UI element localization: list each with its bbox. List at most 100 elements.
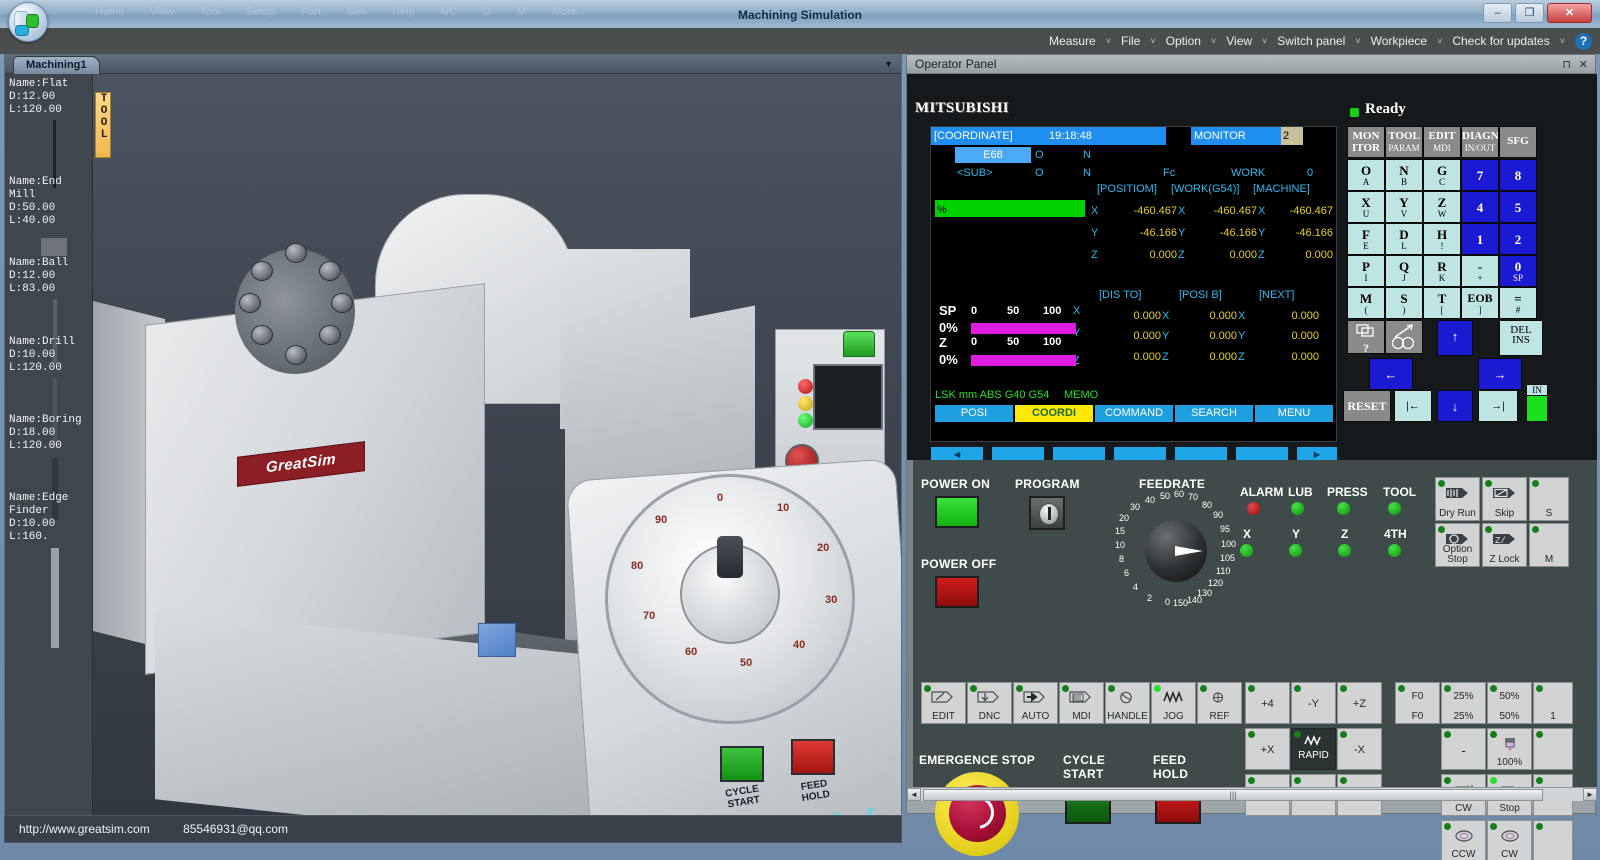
button-mode-edit[interactable]: EDIT — [921, 682, 966, 724]
menu-item-switch-panel[interactable]: Switch panel — [1271, 31, 1351, 51]
del-ins-key[interactable]: DEL INS — [1499, 320, 1543, 356]
button-m-lock[interactable]: M — [1529, 523, 1569, 567]
end-key[interactable]: →| — [1478, 390, 1518, 422]
button-mode-jog[interactable]: JOG — [1151, 682, 1196, 724]
scroll-left-arrow[interactable]: ◄ — [907, 788, 921, 801]
tool-column-tab[interactable]: TOOL — [95, 92, 111, 158]
jog-button-minusX[interactable]: -X — [1337, 728, 1382, 770]
key-sfg[interactable]: SFG — [1499, 126, 1537, 158]
button-skip[interactable]: Skip — [1482, 477, 1527, 521]
list-item[interactable]: Name:Edge Finder D:10.00 L:160. — [9, 492, 91, 544]
home-key[interactable]: |← — [1394, 390, 1432, 422]
arrow-right-key[interactable]: → — [1478, 358, 1522, 390]
list-item[interactable]: Name:Flat D:12.00 L:120.00 — [9, 78, 91, 117]
key-d[interactable]: D L — [1385, 223, 1423, 255]
arrow-left-key[interactable]: ← — [1369, 358, 1413, 390]
key-8[interactable]: 8 — [1499, 159, 1537, 191]
key-n[interactable]: N B — [1385, 159, 1423, 191]
override-button-100[interactable]: 1 — [1533, 682, 1573, 724]
arrow-up-key[interactable]: ↑ — [1437, 320, 1473, 356]
spindle-button-plus[interactable] — [1533, 728, 1573, 770]
menu-item-view[interactable]: View — [1220, 31, 1258, 51]
menu-item-check-for-updates[interactable]: Check for updates — [1446, 31, 1555, 51]
list-item[interactable]: Name:Boring D:18.00 L:120.00 — [9, 414, 91, 453]
key-o[interactable]: O A — [1347, 159, 1385, 191]
override-button-f0[interactable]: F0 F0 — [1395, 682, 1440, 724]
tool-list-sidebar[interactable]: Name:Flat D:12.00 L:120.00 Name:End Mill… — [5, 74, 93, 815]
button-mode-dnc[interactable]: DNC — [967, 682, 1012, 724]
key-1[interactable]: 1 — [1461, 223, 1499, 255]
chevron-down-icon[interactable]: ▼ — [884, 59, 893, 69]
menu-item-file[interactable]: File — [1115, 31, 1146, 51]
list-item[interactable]: Name:End Mill D:50.00 L:40.00 — [9, 176, 91, 228]
help-key[interactable]: ? — [1347, 320, 1385, 354]
cnc-display-screen[interactable]: [COORDINATE] 19:18:48 MONITOR 2 E68 O N … — [930, 126, 1337, 442]
softkey-search[interactable]: SEARCH — [1175, 405, 1253, 422]
key-t[interactable]: T [ — [1423, 287, 1461, 319]
website-url[interactable]: http://www.greatsim.com — [19, 822, 150, 836]
key-equals[interactable]: = # — [1499, 287, 1537, 319]
jog-button-plusZ[interactable]: +Z — [1337, 682, 1382, 724]
minimize-button[interactable]: – — [1483, 3, 1512, 23]
key-7[interactable]: 7 — [1461, 159, 1499, 191]
key-q[interactable]: Q J — [1385, 255, 1423, 287]
key-p[interactable]: P I — [1347, 255, 1385, 287]
key-g[interactable]: G C — [1423, 159, 1461, 191]
button-mode-handle[interactable]: HANDLE — [1105, 682, 1150, 724]
feedrate-dial[interactable]: 0 2 4 6 8 10 15 20 30 40 50 60 70 80 90 … — [1121, 496, 1231, 606]
jog-button-plus4[interactable]: +4 — [1245, 682, 1290, 724]
key-2[interactable]: 2 — [1499, 223, 1537, 255]
key-m[interactable]: M ( — [1347, 287, 1385, 319]
softkey-menu[interactable]: MENU — [1255, 405, 1333, 422]
tab-machining1[interactable]: Machining1 — [13, 56, 100, 74]
spindle-button-cw2[interactable]: CW — [1487, 820, 1532, 860]
key-monitor[interactable]: MON ITOR — [1347, 126, 1385, 158]
list-item[interactable]: Name:Ball D:12.00 L:83.00 — [9, 257, 91, 296]
3d-viewport[interactable]: GreatSim 0 10 20 30 40 50 60 70 80 90 — [5, 74, 901, 815]
list-item[interactable]: Name:Drill D:10.00 L:120.00 — [9, 336, 91, 375]
close-icon[interactable]: ✕ — [1579, 58, 1588, 71]
spindle-button-ccw[interactable]: CCW — [1441, 820, 1486, 860]
menu-item-workpiece[interactable]: Workpiece — [1365, 31, 1433, 51]
pendant-cycle-start-button[interactable] — [720, 746, 764, 782]
reset-key[interactable]: RESET — [1343, 390, 1391, 422]
key-4[interactable]: 4 — [1461, 191, 1499, 223]
key-0-sp[interactable]: 0 SP — [1499, 255, 1537, 287]
button-option-stop[interactable]: Option Stop — [1435, 523, 1480, 567]
power-off-button[interactable] — [935, 576, 979, 608]
key-eob[interactable]: EOB ] — [1461, 287, 1499, 319]
key-diagn-inout[interactable]: DIAGN IN/OUT — [1461, 126, 1499, 158]
pin-icon[interactable]: ⊓ — [1562, 58, 1571, 71]
scroll-right-arrow[interactable]: ► — [1583, 788, 1597, 801]
help-icon[interactable]: ? — [1575, 33, 1592, 50]
key-5[interactable]: 5 — [1499, 191, 1537, 223]
program-keyswitch[interactable] — [1029, 496, 1065, 530]
key-r[interactable]: R K — [1423, 255, 1461, 287]
menu-item-measure[interactable]: Measure — [1043, 31, 1102, 51]
key-h[interactable]: H ! — [1423, 223, 1461, 255]
button-dry-run[interactable]: Dry Run — [1435, 477, 1480, 521]
button-mode-ref[interactable]: REF — [1197, 682, 1242, 724]
key-s[interactable]: S ) — [1385, 287, 1423, 319]
handwheel-knob[interactable] — [717, 536, 743, 578]
button-single-block[interactable]: S — [1529, 477, 1569, 521]
maximize-button[interactable]: ❐ — [1515, 3, 1544, 23]
scroll-thumb[interactable]: ||| — [923, 789, 1543, 801]
override-button-25[interactable]: 25% 25% — [1441, 682, 1486, 724]
operator-panel-scrollbar[interactable]: ◄ ||| ► — [907, 787, 1597, 801]
spindle-button-extra2[interactable] — [1533, 820, 1573, 860]
key-z[interactable]: Z W — [1423, 191, 1461, 223]
pendant-feed-hold-button[interactable] — [791, 739, 835, 775]
button-mode-mdi[interactable]: MDI — [1059, 682, 1104, 724]
softkey-coordi[interactable]: COORDI — [1015, 405, 1093, 422]
spindle-button-100[interactable]: 100% — [1487, 728, 1532, 770]
calc-key[interactable] — [1385, 320, 1423, 354]
override-button-50[interactable]: 50% 50% — [1487, 682, 1532, 724]
softkey-command[interactable]: COMMAND — [1095, 405, 1173, 422]
key-tool-param[interactable]: TOOL PARAM — [1385, 126, 1423, 158]
jog-button-minusY[interactable]: -Y — [1291, 682, 1336, 724]
button-z-lock[interactable]: Z/ Z Lock — [1482, 523, 1527, 567]
key-f[interactable]: F E — [1347, 223, 1385, 255]
power-on-button[interactable] — [935, 496, 979, 528]
key-edit-mdi[interactable]: EDIT MDI — [1423, 126, 1461, 158]
